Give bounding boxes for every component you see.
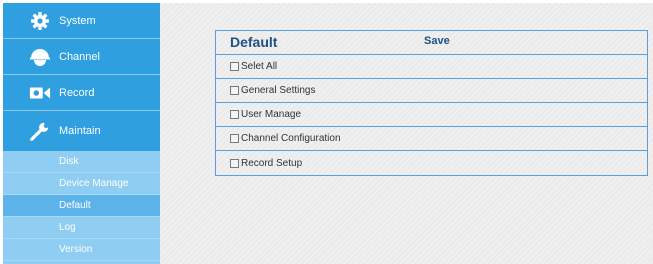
save-button[interactable]: Save <box>424 35 450 47</box>
app-window: System Channel Record Maintain Disk Devi… <box>0 0 653 264</box>
sidebar-item-record[interactable]: Record <box>3 75 160 111</box>
default-panel: Default Save Selet All General Settings … <box>215 30 648 176</box>
option-row-select-all: Selet All <box>216 55 647 79</box>
option-label: General Settings <box>241 85 316 96</box>
panel-header: Default Save <box>216 31 647 55</box>
sidebar-item-label: System <box>59 14 96 27</box>
option-row-record-setup: Record Setup <box>216 151 647 175</box>
select-all-checkbox[interactable] <box>230 62 239 71</box>
sidebar-item-system[interactable]: System <box>3 3 160 39</box>
video-camera-icon <box>29 82 51 104</box>
wrench-icon <box>29 120 51 142</box>
option-label: User Manage <box>241 109 302 120</box>
main-content: Default Save Selet All General Settings … <box>160 3 653 264</box>
option-row-channel-configuration: Channel Configuration <box>216 127 647 151</box>
gear-icon <box>29 10 51 32</box>
user-manage-checkbox[interactable] <box>230 110 239 119</box>
option-row-user-manage: User Manage <box>216 103 647 127</box>
sidebar-item-label: Channel <box>59 50 100 63</box>
submenu-item-default[interactable]: Default <box>3 195 160 217</box>
option-label: Channel Configuration <box>241 133 341 144</box>
sidebar-item-channel[interactable]: Channel <box>3 39 160 75</box>
sidebar-item-label: Record <box>59 86 95 99</box>
dome-camera-icon <box>29 46 51 68</box>
sidebar: System Channel Record Maintain Disk Devi… <box>3 3 160 264</box>
maintain-submenu: Disk Device Manage Default Log Version <box>3 151 160 264</box>
record-setup-checkbox[interactable] <box>230 158 239 168</box>
submenu-item-disk[interactable]: Disk <box>3 151 160 173</box>
general-settings-checkbox[interactable] <box>230 86 239 95</box>
option-label: Record Setup <box>241 157 303 169</box>
option-row-general-settings: General Settings <box>216 79 647 103</box>
sidebar-item-label: Maintain <box>59 125 101 137</box>
submenu-item-version[interactable]: Version <box>3 239 160 261</box>
option-label: Selet All <box>241 61 278 72</box>
submenu-item-log[interactable]: Log <box>3 217 160 239</box>
page-title: Default <box>230 34 278 50</box>
channel-configuration-checkbox[interactable] <box>230 134 239 143</box>
submenu-item-device-manage[interactable]: Device Manage <box>3 173 160 195</box>
sidebar-item-maintain[interactable]: Maintain <box>3 111 160 151</box>
